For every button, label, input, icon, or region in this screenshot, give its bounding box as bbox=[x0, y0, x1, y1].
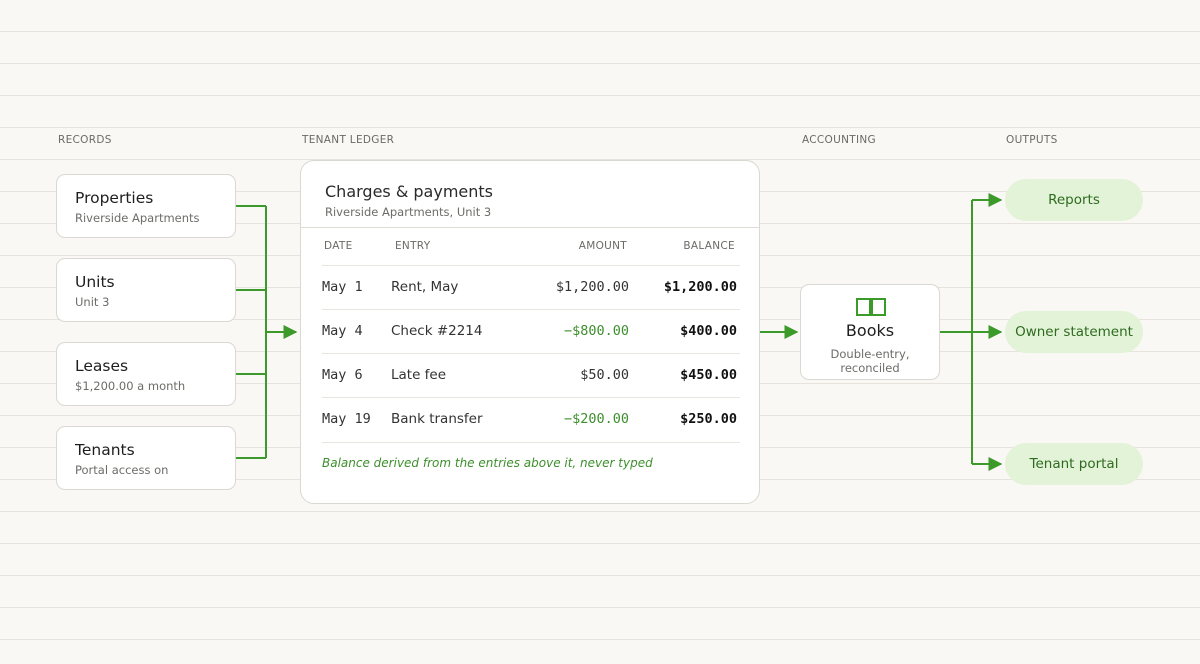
ledger-note: Balance derived from the entries above i… bbox=[322, 456, 653, 470]
row-date: May 6 bbox=[322, 367, 363, 383]
header-balance: BALANCE bbox=[683, 240, 735, 252]
ledger-row[interactable]: May 19 Bank transfer −$200.00 $250.00 bbox=[322, 397, 740, 443]
books-title: Books bbox=[845, 321, 895, 340]
open-book-icon bbox=[856, 298, 886, 316]
output-owner-statement[interactable]: Owner statement bbox=[1005, 311, 1143, 353]
books-subtitle: Double-entry, reconciled bbox=[830, 347, 910, 375]
column-label-accounting: ACCOUNTING bbox=[802, 134, 876, 146]
record-title: Properties bbox=[75, 189, 154, 207]
row-entry: Bank transfer bbox=[391, 411, 483, 427]
record-subtitle: $1,200.00 a month bbox=[75, 379, 186, 393]
record-subtitle: Portal access on bbox=[75, 463, 169, 477]
row-balance: $450.00 bbox=[680, 367, 737, 383]
header-amount: AMOUNT bbox=[578, 240, 627, 252]
record-card-properties[interactable]: Properties Riverside Apartments bbox=[56, 174, 236, 238]
row-date: May 4 bbox=[322, 323, 363, 339]
record-card-leases[interactable]: Leases $1,200.00 a month bbox=[56, 342, 236, 406]
record-card-units[interactable]: Units Unit 3 bbox=[56, 258, 236, 322]
row-amount: $1,200.00 bbox=[555, 279, 629, 295]
ledger-subtitle: Riverside Apartments, Unit 3 bbox=[325, 205, 492, 219]
row-entry: Check #2214 bbox=[391, 323, 483, 339]
ledger-divider bbox=[301, 227, 759, 228]
row-amount: −$200.00 bbox=[563, 411, 629, 427]
row-amount: −$800.00 bbox=[563, 323, 629, 339]
record-subtitle: Riverside Apartments bbox=[75, 211, 200, 225]
ledger-row[interactable]: May 4 Check #2214 −$800.00 $400.00 bbox=[322, 309, 740, 354]
row-balance: $250.00 bbox=[680, 411, 737, 427]
column-label-records: RECORDS bbox=[58, 134, 112, 146]
row-balance: $400.00 bbox=[680, 323, 737, 339]
row-entry: Rent, May bbox=[391, 279, 459, 295]
row-balance: $1,200.00 bbox=[663, 279, 737, 295]
row-date: May 19 bbox=[322, 411, 371, 427]
row-date: May 1 bbox=[322, 279, 363, 295]
books-node[interactable]: Books Double-entry, reconciled bbox=[800, 284, 940, 380]
header-entry: ENTRY bbox=[395, 240, 431, 252]
output-tenant-portal[interactable]: Tenant portal bbox=[1005, 443, 1143, 485]
record-title: Units bbox=[75, 273, 115, 291]
ledger-title: Charges & payments bbox=[325, 182, 494, 201]
tenant-ledger-card: Charges & payments Riverside Apartments,… bbox=[300, 160, 760, 504]
record-title: Leases bbox=[75, 357, 129, 375]
row-amount: $50.00 bbox=[580, 367, 629, 383]
column-label-outputs: OUTPUTS bbox=[1006, 134, 1058, 146]
record-subtitle: Unit 3 bbox=[75, 295, 110, 309]
row-entry: Late fee bbox=[391, 367, 447, 383]
ledger-row[interactable]: May 1 Rent, May $1,200.00 $1,200.00 bbox=[322, 265, 740, 310]
header-date: DATE bbox=[324, 240, 353, 252]
ledger-row[interactable]: May 6 Late fee $50.00 $450.00 bbox=[322, 353, 740, 398]
output-reports[interactable]: Reports bbox=[1005, 179, 1143, 221]
record-title: Tenants bbox=[75, 441, 135, 459]
column-label-tenant-ledger: TENANT LEDGER bbox=[302, 134, 395, 146]
record-card-tenants[interactable]: Tenants Portal access on bbox=[56, 426, 236, 490]
